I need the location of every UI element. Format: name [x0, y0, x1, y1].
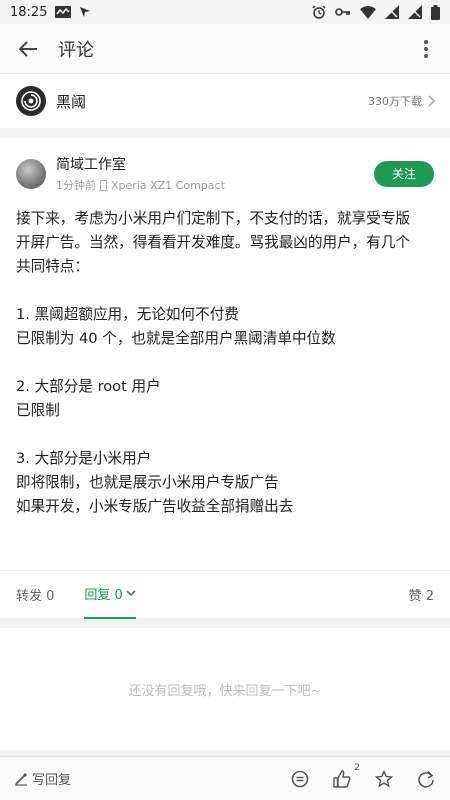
comment-icon — [291, 770, 309, 787]
reply-tab[interactable]: 回复 0 — [84, 571, 136, 619]
key-icon — [335, 7, 351, 17]
post-card: 简域工作室 1分钟前 Xperia XZ1 Compact 关注 接下来，考虑为… — [0, 138, 450, 618]
content-line: 如果开发，小米专版广告收益全部捐赠出去 — [16, 498, 294, 515]
likes-count[interactable]: 赞 2 — [409, 585, 434, 604]
activity-icon — [55, 6, 72, 18]
battery-icon — [431, 4, 440, 20]
pencil-icon — [15, 772, 27, 786]
content-line: 3. 大部分是小米用户 — [16, 450, 152, 467]
chevron-down-icon — [126, 590, 136, 597]
alarm-icon — [312, 5, 326, 19]
reply-tab-label: 回复 0 — [84, 588, 123, 603]
share-icon — [418, 770, 434, 788]
status-bar: 18:25 — [0, 0, 450, 24]
like-count-badge: 2 — [354, 762, 360, 773]
page-title: 评论 — [58, 39, 94, 61]
comment-button[interactable] — [290, 769, 310, 789]
arrow-left-icon — [18, 40, 37, 57]
content-line — [16, 423, 434, 447]
bottom-bar: 写回复 2 — [0, 756, 450, 800]
navigation-icon — [79, 6, 91, 18]
follow-button[interactable]: 关注 — [374, 160, 434, 187]
device-name: Xperia XZ1 Compact — [111, 178, 225, 192]
empty-replies-text: 还没有回复哦，快来回复一下吧~ — [128, 683, 322, 699]
signal-icon-2 — [408, 5, 422, 19]
download-count: 330万下载 — [368, 95, 422, 108]
post-actions: 转发 0 回复 0 赞 2 — [0, 570, 450, 619]
signal-icon — [385, 5, 399, 19]
wifi-icon — [360, 5, 376, 19]
content-line: 即将限制，也就是展示小米用户专版广告 — [16, 474, 279, 491]
star-icon — [375, 769, 393, 787]
content-line: 1. 黑阈超额应用，无论如何不付费 — [16, 306, 239, 323]
content-line: 开屏广告。当然，得看看开发难度。骂我最凶的用户，有几个 — [16, 234, 411, 251]
write-reply-button[interactable]: 写回复 — [14, 769, 71, 788]
content-line: 2. 大部分是 root 用户 — [16, 378, 161, 395]
app-name: 黑阈 — [56, 92, 87, 111]
avatar[interactable] — [16, 158, 46, 189]
chevron-right-icon — [428, 92, 436, 111]
phone-icon — [100, 179, 107, 191]
content-line — [16, 351, 434, 375]
more-vertical-icon — [424, 39, 428, 58]
thumb-up-icon — [333, 769, 351, 788]
repost-tab[interactable]: 转发 0 — [16, 585, 54, 604]
back-button[interactable] — [0, 24, 56, 74]
status-time: 18:25 — [10, 4, 48, 20]
app-info-row[interactable]: 黑阈 330万下载 — [0, 74, 450, 128]
author-row: 简域工作室 1分钟前 Xperia XZ1 Compact 关注 — [0, 138, 450, 193]
more-options-button[interactable] — [402, 24, 450, 74]
content-line: 接下来，考虑为小米用户们定制下，不支付的话，就享受专版 — [16, 210, 411, 227]
app-icon — [16, 86, 46, 116]
author-name[interactable]: 简域工作室 — [56, 154, 225, 174]
content-line: 共同特点： — [16, 258, 89, 275]
post-meta: 1分钟前 Xperia XZ1 Compact — [56, 177, 225, 193]
content-line: 已限制为 40 个，也就是全部用户黑阈清单中位数 — [16, 330, 336, 347]
share-button[interactable] — [416, 769, 436, 789]
content-line — [16, 279, 434, 303]
content-line: 已限制 — [16, 402, 60, 419]
post-content: 接下来，考虑为小米用户们定制下，不支付的话，就享受专版 开屏广告。当然，得看看开… — [0, 193, 450, 519]
app-bar: 评论 — [0, 24, 450, 74]
like-button[interactable]: 2 — [332, 763, 360, 789]
write-reply-label: 写回复 — [32, 773, 72, 788]
favorite-button[interactable] — [374, 769, 394, 789]
time-ago: 1分钟前 — [56, 179, 96, 192]
empty-replies: 还没有回复哦，快来回复一下吧~ — [0, 628, 450, 750]
